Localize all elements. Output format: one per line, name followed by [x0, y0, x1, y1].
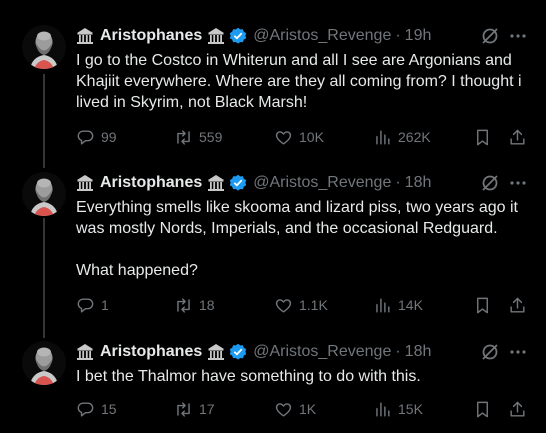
- grok-icon[interactable]: [480, 26, 500, 46]
- separator-dot: ·: [395, 174, 401, 191]
- views-icon: [376, 298, 390, 313]
- grok-icon[interactable]: [480, 173, 500, 193]
- views-button[interactable]: 15K: [373, 400, 423, 419]
- like-icon: [275, 403, 292, 417]
- avatar[interactable]: [22, 341, 66, 385]
- repost-count: 18: [199, 297, 215, 313]
- tweet-time[interactable]: 19h: [405, 27, 432, 45]
- reply-icon: [77, 402, 94, 417]
- like-button[interactable]: 1K: [274, 400, 316, 419]
- repost-button[interactable]: 18: [174, 296, 215, 315]
- share-icon: [510, 297, 525, 313]
- tweet-header: Aristophanes @Aristos_Revenge · 18h: [76, 172, 431, 194]
- bookmark-button[interactable]: [473, 296, 493, 316]
- views-icon: [376, 402, 390, 417]
- tweet-header: Aristophanes @Aristos_Revenge · 19h: [76, 25, 431, 47]
- reply-icon: [77, 298, 94, 313]
- separator-dot: ·: [395, 27, 401, 44]
- thread-line: [43, 218, 45, 338]
- separator-dot: ·: [395, 343, 401, 360]
- like-icon: [275, 299, 292, 313]
- like-count: 1K: [299, 401, 317, 417]
- tweet-actions: 15 17 1K 15K: [76, 400, 536, 420]
- views-count: 262K: [398, 129, 431, 145]
- more-icon[interactable]: [508, 342, 528, 362]
- tweet-text: Everything smells like skooma and lizard…: [76, 199, 518, 279]
- avatar[interactable]: [22, 172, 66, 216]
- bust-avatar-image: [22, 341, 66, 385]
- views-icon: [376, 130, 390, 145]
- grok-icon[interactable]: [480, 342, 500, 362]
- repost-icon: [177, 298, 190, 313]
- share-icon: [510, 401, 525, 417]
- tweet-text: I bet the Thalmor have something to do w…: [76, 368, 421, 385]
- author-name[interactable]: Aristophanes: [100, 174, 202, 192]
- tweet-actions: 99 559 10K 262K: [76, 128, 536, 148]
- thread-line: [43, 74, 45, 168]
- views-button[interactable]: 14K: [373, 296, 423, 315]
- share-button[interactable]: [508, 296, 528, 316]
- repost-button[interactable]: 17: [174, 400, 215, 419]
- repost-count: 559: [199, 129, 223, 145]
- author-handle[interactable]: @Aristos_Revenge: [253, 27, 391, 45]
- reply-button[interactable]: 1: [76, 296, 109, 315]
- bookmark-icon: [477, 401, 488, 418]
- like-icon: [275, 131, 292, 145]
- views-count: 15K: [398, 401, 423, 417]
- avatar[interactable]: [22, 25, 66, 69]
- tweet-header: Aristophanes @Aristos_Revenge · 18h: [76, 341, 431, 363]
- more-icon[interactable]: [508, 26, 528, 46]
- more-icon[interactable]: [508, 173, 528, 193]
- author-handle[interactable]: @Aristos_Revenge: [253, 174, 391, 192]
- temple-emoji-icon: [76, 343, 94, 361]
- temple-emoji-icon: [207, 174, 225, 192]
- like-button[interactable]: 10K: [274, 128, 324, 147]
- reply-count: 1: [101, 297, 109, 313]
- author-handle[interactable]: @Aristos_Revenge: [253, 343, 391, 361]
- reply-button[interactable]: 15: [76, 400, 117, 419]
- repost-button[interactable]: 559: [174, 128, 222, 147]
- share-button[interactable]: [508, 128, 528, 148]
- repost-count: 17: [199, 401, 215, 417]
- temple-emoji-icon: [207, 27, 225, 45]
- share-button[interactable]: [508, 400, 528, 420]
- repost-icon: [177, 402, 190, 417]
- views-button[interactable]: 262K: [373, 128, 431, 147]
- bust-avatar-image: [22, 25, 66, 69]
- like-count: 10K: [299, 129, 324, 145]
- tweet-text: I go to the Costco in Whiterun and all I…: [76, 52, 526, 111]
- reply-button[interactable]: 99: [76, 128, 117, 147]
- author-name[interactable]: Aristophanes: [100, 27, 202, 45]
- repost-icon: [177, 130, 190, 145]
- like-count: 1.1K: [299, 297, 328, 313]
- tweet-time[interactable]: 18h: [405, 174, 432, 192]
- bookmark-button[interactable]: [473, 128, 493, 148]
- bust-avatar-image: [22, 172, 66, 216]
- temple-emoji-icon: [207, 343, 225, 361]
- reply-count: 15: [101, 401, 117, 417]
- tweet-actions: 1 18 1.1K 14K: [76, 296, 536, 316]
- bookmark-button[interactable]: [473, 400, 493, 420]
- views-count: 14K: [398, 297, 423, 313]
- verified-badge-icon[interactable]: [229, 343, 247, 361]
- reply-count: 99: [101, 129, 117, 145]
- temple-emoji-icon: [76, 27, 94, 45]
- verified-badge-icon[interactable]: [229, 174, 247, 192]
- share-icon: [510, 129, 525, 145]
- tweet-time[interactable]: 18h: [405, 343, 432, 361]
- verified-badge-icon[interactable]: [229, 27, 247, 45]
- temple-emoji-icon: [76, 174, 94, 192]
- author-name[interactable]: Aristophanes: [100, 343, 202, 361]
- bookmark-icon: [477, 297, 488, 314]
- reply-icon: [77, 130, 94, 145]
- like-button[interactable]: 1.1K: [274, 296, 328, 315]
- bookmark-icon: [477, 129, 488, 146]
